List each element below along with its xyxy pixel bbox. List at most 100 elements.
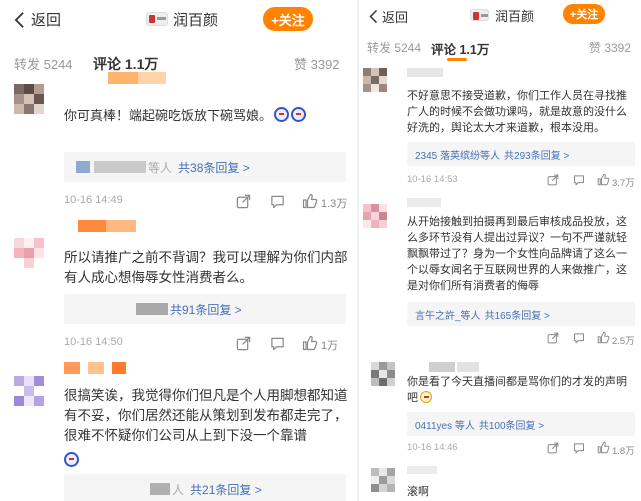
like-icon[interactable]	[302, 335, 318, 351]
left-screenshot-panel: 返回 润百颜 +关注 转发 5244 评论 1.1万 赞 3392 你可真棒！端…	[0, 0, 357, 501]
back-label: 返回	[31, 12, 62, 29]
comment-time: 10-16 14:50	[64, 336, 123, 348]
tab-comment[interactable]: 评论 1.1万	[93, 54, 158, 74]
avatar[interactable]	[363, 68, 387, 92]
reply-username-redacted	[136, 303, 168, 315]
like-icon[interactable]	[597, 173, 610, 186]
emoji-icon	[291, 107, 307, 122]
like-icon[interactable]	[302, 193, 318, 209]
comment-item: 很搞笑诶，我觉得你们但凡是个人用脚想都知道有不妥，你们居然还能从策划到发布都走完…	[0, 360, 357, 501]
reply-summary[interactable]: 言午之許_等人 共165条回复 >	[407, 302, 635, 326]
comment-icon[interactable]	[573, 332, 585, 344]
comment-icon[interactable]	[573, 442, 585, 454]
reply-users: 人	[172, 482, 185, 497]
username-redacted	[429, 362, 489, 374]
comment-meta: 10-16 14:53 3.7万	[407, 173, 635, 189]
avatar[interactable]	[371, 468, 395, 492]
reply-avatar	[76, 161, 90, 173]
reply-summary[interactable]: 共91条回复 >	[64, 294, 346, 324]
share-icon[interactable]	[547, 174, 559, 186]
tab-active-indicator	[447, 58, 467, 61]
tab-like[interactable]: 赞 3392	[589, 39, 631, 56]
reply-count-link[interactable]: 共21条回复 >	[190, 481, 262, 498]
back-button[interactable]: 返回	[369, 7, 408, 26]
emoji-icon	[274, 107, 290, 122]
back-chevron-icon	[14, 11, 25, 29]
reply-summary[interactable]: 0411yes 等人 共100条回复 >	[407, 412, 635, 436]
comment-text: 从开始接触到拍摄再到最后审核成品投放，这么多环节没有人提出过异议？一句不严谨就轻…	[407, 216, 627, 292]
comment-item: 你可真棒！端起碗吃饭放下碗骂娘。 等人 共38条回复 > 10-16 14:49…	[0, 72, 357, 218]
like-count: 1.3万	[321, 198, 348, 210]
avatar[interactable]	[14, 84, 44, 114]
follow-button[interactable]: +关注	[263, 7, 313, 31]
like-icon[interactable]	[597, 441, 610, 454]
top-bar: 返回 润百颜 +关注	[0, 0, 357, 38]
back-label: 返回	[382, 10, 409, 25]
comment-icon[interactable]	[270, 194, 285, 209]
like-icon[interactable]	[597, 331, 610, 344]
avatar[interactable]	[14, 376, 44, 406]
tab-comment[interactable]: 评论 1.1万	[431, 39, 489, 58]
comment-meta: 10-16 14:50 1万	[64, 336, 346, 352]
tab-bar: 转发 5244 评论 1.1万 赞 3392	[0, 46, 357, 78]
reply-users: 言午之許_等人	[415, 310, 481, 322]
right-screenshot-panel: 返回 润百颜 +关注 转发 5244 评论 1.1万 赞 3392 不好意思不接…	[359, 0, 641, 501]
reply-users: 0411yes 等人	[415, 420, 475, 432]
reply-count-link[interactable]: 共38条回复 >	[178, 159, 250, 176]
like-count: 2.5万	[612, 336, 635, 347]
reply-users: 等人	[148, 160, 173, 175]
comment-icon[interactable]	[270, 336, 285, 351]
comment-text: 你是看了今天直播间都是骂你们的才发的声明吧	[407, 376, 627, 404]
comment-item: 不好意思不接受道歉，你们工作人员在寻找推广人的时候不会做功课吗，就是故意的没什么…	[359, 62, 641, 192]
comment-text: 你可真棒！端起碗吃饭放下碗骂娘。	[64, 108, 273, 123]
username-redacted	[78, 220, 138, 232]
reply-summary[interactable]: 人 共21条回复 >	[64, 474, 346, 501]
tab-repost[interactable]: 转发 5244	[14, 54, 73, 73]
comment-time: 10-16 14:53	[407, 174, 458, 185]
share-icon[interactable]	[236, 194, 251, 209]
username-redacted	[407, 198, 447, 210]
avatar[interactable]	[371, 362, 395, 386]
like-count: 1万	[321, 340, 339, 352]
comment-text-wrap: 你可真棒！端起碗吃饭放下碗骂娘。	[64, 106, 344, 126]
avatar[interactable]	[363, 204, 387, 228]
comment-meta: 10-16 14:46 1.8万	[407, 441, 635, 457]
comment-icon[interactable]	[573, 174, 585, 186]
brand-logo-icon	[470, 9, 489, 21]
back-button[interactable]: 返回	[14, 9, 61, 30]
tab-repost[interactable]: 转发 5244	[367, 39, 421, 56]
comment-text-wrap: 你是看了今天直播间都是骂你们的才发的声明吧	[407, 374, 637, 406]
brand-name: 润百颜	[495, 9, 535, 24]
username-redacted	[407, 466, 447, 478]
reply-count-link[interactable]: 共100条回复 >	[479, 417, 544, 432]
like-count: 3.7万	[612, 178, 635, 189]
back-chevron-icon	[369, 9, 378, 24]
comment-text: 不好意思不接受道歉，你们工作人员在寻找推广人的时候不会做功课吗，就是故意的没什么…	[407, 90, 627, 134]
share-icon[interactable]	[236, 336, 251, 351]
brand-name: 润百颜	[173, 12, 219, 29]
follow-button[interactable]: +关注	[563, 4, 605, 24]
reply-summary[interactable]: 2345 落英缤纷等人 共293条回复 >	[407, 142, 635, 166]
reply-count-link[interactable]: 共293条回复 >	[504, 147, 569, 162]
comment-text: 很搞笑诶，我觉得你们但凡是个人用脚想都知道有不妥，你们居然还能从策划到发布都走完…	[64, 388, 348, 443]
comment-meta: 2.5万	[407, 331, 635, 347]
username-redacted	[64, 362, 126, 374]
top-bar: 返回 润百颜 +关注	[359, 0, 641, 30]
tab-bar: 转发 5244 评论 1.1万 赞 3392	[359, 34, 641, 62]
comment-text: 所以请推广之前不背调？我可以理解为你们内部有人成心想侮辱女性消费者么。	[64, 250, 348, 285]
share-icon[interactable]	[547, 332, 559, 344]
comment-item: 从开始接触到拍摄再到最后审核成品投放，这么多环节没有人提出过异议？一句不严谨就轻…	[359, 196, 641, 347]
reply-count-link[interactable]: 共165条回复 >	[485, 307, 550, 322]
reply-users: 2345 落英缤纷等人	[415, 150, 501, 162]
reply-count-link[interactable]: 共91条回复 >	[170, 301, 242, 318]
comment-item: 滚啊	[359, 462, 641, 501]
comment-meta: 10-16 14:49 1.3万	[64, 193, 348, 210]
reply-summary[interactable]: 等人 共38条回复 >	[64, 152, 346, 182]
tab-like[interactable]: 赞 3392	[294, 54, 340, 73]
username-redacted	[108, 72, 168, 84]
reply-username-redacted	[94, 161, 146, 173]
brand-logo-icon	[146, 12, 168, 26]
share-icon[interactable]	[547, 442, 559, 454]
comment-text: 滚啊	[407, 486, 429, 498]
avatar[interactable]	[14, 238, 44, 268]
